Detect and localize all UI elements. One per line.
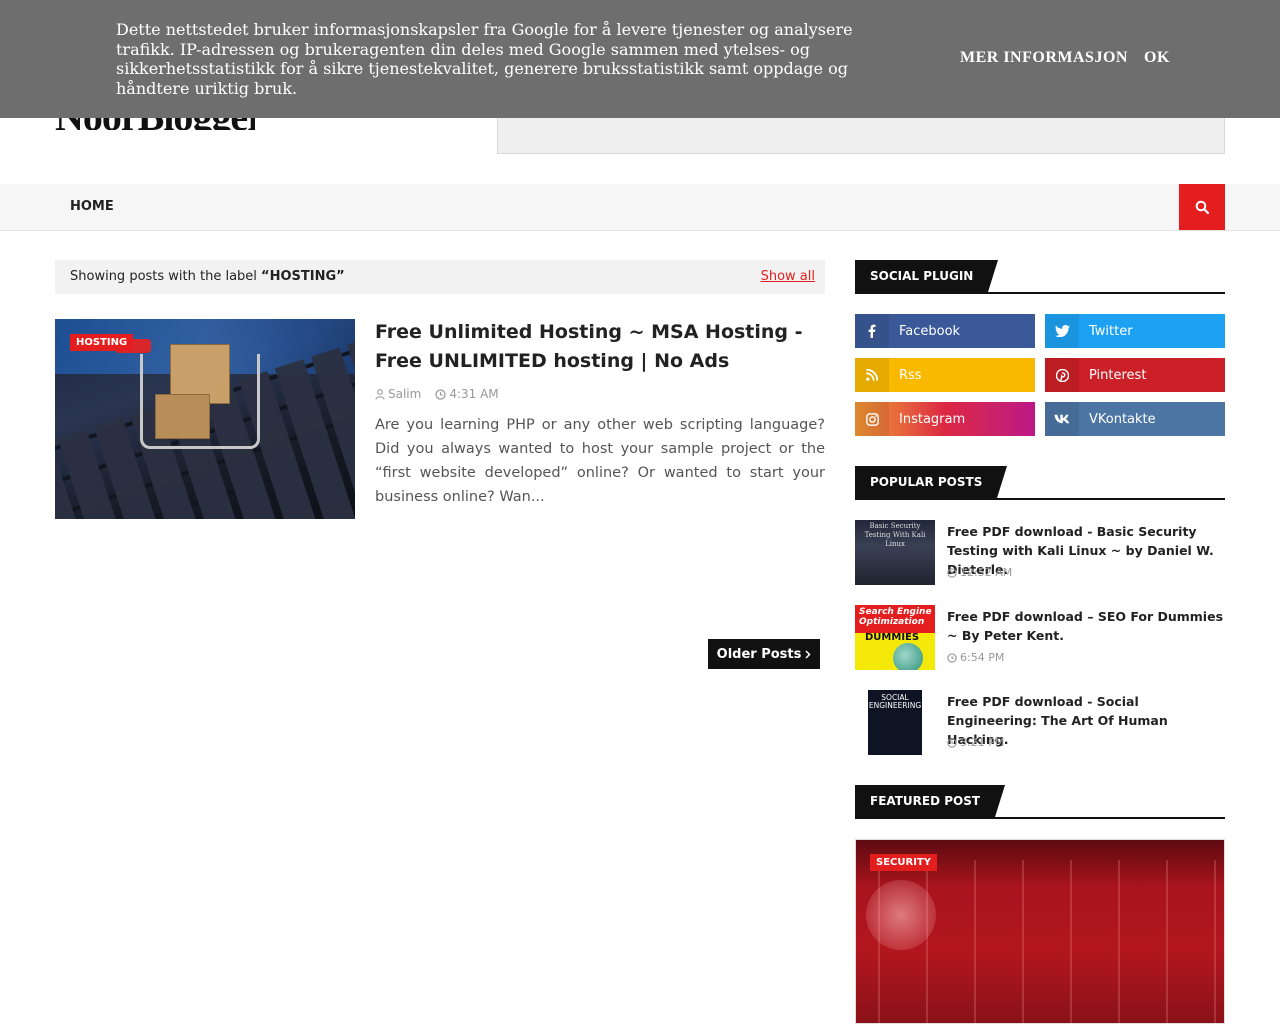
featured-post-title: FEATURED POST: [855, 785, 1006, 817]
post-tag-hosting[interactable]: HOSTING: [70, 334, 134, 351]
thumb-cover-text: SOCIAL ENGINEERING: [868, 693, 922, 710]
label-filter-text: Showing posts with the label “HOSTING”: [70, 269, 345, 284]
popular-post-thumbnail[interactable]: Basic Security Testing With Kali Linux: [855, 520, 935, 585]
social-pinterest-button[interactable]: Pinterest: [1045, 358, 1225, 392]
popular-post-thumbnail[interactable]: Search Engine Optimization DUMMIES: [855, 605, 935, 670]
popular-posts-header: POPULAR POSTS: [855, 466, 1225, 500]
popular-post-time-text: 12:52 AM: [960, 566, 1013, 579]
featured-post-tag-security[interactable]: SECURITY: [870, 854, 937, 871]
label-name: “HOSTING”: [261, 269, 345, 284]
user-icon: [375, 388, 385, 400]
cookie-more-info-link[interactable]: Mer informasjon: [960, 49, 1128, 67]
post-time: 4:31 AM: [435, 387, 499, 401]
popular-post-item: Basic Security Testing With Kali Linux F…: [855, 520, 1225, 586]
thumb-globe: [893, 643, 923, 670]
featured-glow: [866, 880, 936, 950]
social-instagram-label: Instagram: [899, 411, 966, 427]
instagram-icon: [855, 402, 889, 436]
nav-home-link[interactable]: HOME: [70, 199, 114, 214]
search-icon: [1195, 200, 1209, 214]
social-rss-label: Rss: [899, 367, 922, 383]
older-posts-label: Older Posts: [716, 646, 802, 662]
social-vkontakte-label: VKontakte: [1089, 411, 1156, 427]
cookie-consent-bar: Dette nettstedet bruker informasjonskaps…: [0, 0, 1280, 118]
social-facebook-button[interactable]: Facebook: [855, 314, 1035, 348]
rss-icon: [855, 358, 889, 392]
popular-post-time: 12:52 AM: [947, 566, 1012, 579]
post-title-link[interactable]: Free Unlimited Hosting ~ MSA Hosting - F…: [375, 318, 825, 376]
clock-icon: [435, 388, 446, 400]
popular-post-time: 3:21 PM: [947, 736, 1004, 749]
popular-post-item: SOCIAL ENGINEERING Free PDF download - S…: [855, 690, 1225, 756]
popular-post-time-text: 3:21 PM: [960, 736, 1005, 749]
search-button[interactable]: [1179, 184, 1225, 230]
post-snippet: Are you learning PHP or any other web sc…: [375, 417, 825, 505]
older-posts-button[interactable]: Older Posts: [708, 639, 820, 669]
social-plugin-header: SOCIAL PLUGIN: [855, 260, 1225, 294]
thumb-cover-text: Basic Security Testing With Kali Linux: [864, 522, 926, 548]
social-rss-button[interactable]: Rss: [855, 358, 1035, 392]
cookie-notice-text: Dette nettstedet bruker informasjonskaps…: [116, 20, 853, 98]
thumb-cover-text: Search Engine Optimization: [859, 607, 932, 627]
post-author-name: Salim: [388, 387, 422, 401]
popular-post-title-link[interactable]: Free PDF download – SEO For Dummies ~ By…: [947, 607, 1227, 645]
show-all-link[interactable]: Show all: [761, 269, 815, 284]
social-twitter-button[interactable]: Twitter: [1045, 314, 1225, 348]
clock-icon: [947, 567, 957, 578]
social-facebook-label: Facebook: [899, 323, 961, 339]
popular-post-item: Search Engine Optimization DUMMIES Free …: [855, 605, 1225, 671]
twitter-icon: [1045, 314, 1079, 348]
popular-post-time: 6:54 PM: [947, 651, 1004, 664]
label-prefix: Showing posts with the label: [70, 269, 262, 284]
popular-posts-title: POPULAR POSTS: [855, 466, 1008, 498]
post-meta: Salim 4:31 AM: [375, 387, 499, 401]
thumb-cover-subtext: DUMMIES: [865, 632, 920, 643]
post-author[interactable]: Salim: [375, 387, 421, 401]
clock-icon: [947, 737, 957, 748]
social-vkontakte-button[interactable]: VKontakte: [1045, 402, 1225, 436]
popular-post-time-text: 6:54 PM: [960, 651, 1005, 664]
facebook-icon: [855, 314, 889, 348]
post-time-text: 4:31 AM: [449, 387, 499, 401]
social-plugin-title: SOCIAL PLUGIN: [855, 260, 999, 292]
social-pinterest-label: Pinterest: [1089, 367, 1147, 383]
social-twitter-label: Twitter: [1089, 323, 1133, 339]
featured-post-header: FEATURED POST: [855, 785, 1225, 819]
pinterest-icon: [1045, 358, 1079, 392]
chevron-right-icon: [805, 649, 811, 659]
popular-post-thumbnail[interactable]: SOCIAL ENGINEERING: [855, 690, 935, 755]
vk-icon: [1045, 402, 1079, 436]
thumb-cart: [140, 354, 260, 449]
label-filter-bar: Showing posts with the label “HOSTING” S…: [55, 260, 825, 294]
cookie-ok-button[interactable]: OK: [1144, 49, 1170, 67]
social-instagram-button[interactable]: Instagram: [855, 402, 1035, 436]
main-nav: HOME: [0, 184, 1280, 231]
clock-icon: [947, 652, 957, 663]
